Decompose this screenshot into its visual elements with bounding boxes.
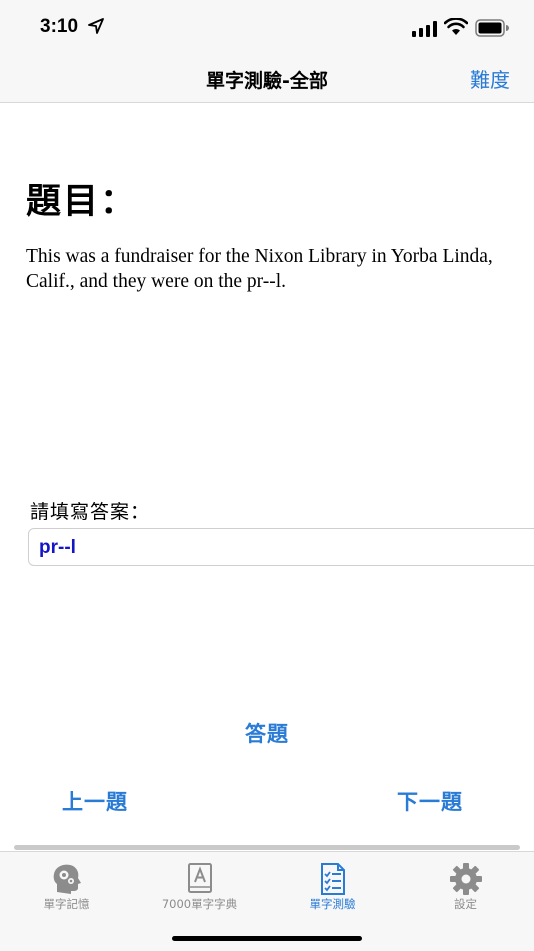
location-arrow-icon xyxy=(88,18,104,34)
previous-question-button[interactable]: 上一題 xyxy=(62,786,128,816)
tab-label: 設定 xyxy=(454,897,477,911)
cellular-signal-icon xyxy=(412,21,437,37)
navigation-bar: 單字測驗-全部 難度 xyxy=(0,56,534,103)
tab-word-memory[interactable]: 單字記憶 xyxy=(0,852,133,922)
difficulty-button[interactable]: 難度 xyxy=(470,64,510,93)
battery-icon xyxy=(475,19,509,37)
next-question-button[interactable]: 下一題 xyxy=(397,786,463,816)
status-bar: 3:10 xyxy=(0,0,534,56)
dictionary-icon xyxy=(187,863,212,893)
gear-icon xyxy=(449,863,482,895)
submit-answer-button[interactable]: 答題 xyxy=(0,718,534,748)
page-title: 單字測驗-全部 xyxy=(206,70,328,92)
scroll-indicator[interactable] xyxy=(14,845,520,850)
checklist-icon xyxy=(320,863,345,895)
tab-settings[interactable]: 設定 xyxy=(399,852,532,922)
answer-input[interactable]: pr--l xyxy=(28,528,534,566)
wifi-icon xyxy=(444,18,468,35)
home-indicator[interactable] xyxy=(172,936,362,941)
head-gears-icon xyxy=(53,864,81,894)
tab-label: 單字測驗 xyxy=(309,897,356,911)
tab-label: 單字記憶 xyxy=(43,897,90,911)
question-text: This was a fundraiser for the Nixon Libr… xyxy=(26,246,493,292)
question-heading: 題目： xyxy=(26,182,138,222)
tab-label: 7000單字字典 xyxy=(161,897,238,911)
answer-label: 請填寫答案： xyxy=(30,501,151,523)
status-time: 3:10 xyxy=(40,16,79,37)
tab-word-quiz[interactable]: 單字測驗 xyxy=(266,852,399,922)
tab-dictionary[interactable]: 7000單字字典 xyxy=(133,852,266,922)
